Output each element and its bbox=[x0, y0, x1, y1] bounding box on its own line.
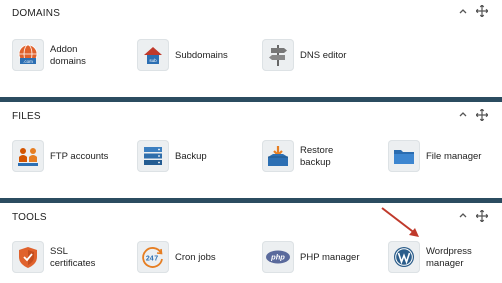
move-icon[interactable] bbox=[476, 210, 488, 222]
ssl-certificates-item[interactable]: SSL certificates bbox=[12, 241, 122, 275]
move-icon[interactable] bbox=[476, 109, 488, 121]
dns-editor-label: DNS editor bbox=[300, 50, 347, 61]
domains-panel-header: DOMAINS bbox=[0, 0, 502, 28]
tools-panel-title: TOOLS bbox=[12, 212, 47, 223]
wordpress-icon bbox=[388, 241, 420, 273]
shield-icon bbox=[12, 241, 44, 273]
wordpress-manager-label: Wordpress manager bbox=[426, 246, 472, 269]
domains-panel: DOMAINS .com Addon domains sub Subdomain… bbox=[0, 0, 502, 90]
svg-text:sub: sub bbox=[149, 58, 157, 63]
collapse-icon[interactable] bbox=[458, 210, 468, 222]
ssl-certificates-label: SSL certificates bbox=[50, 246, 96, 269]
server-icon bbox=[137, 140, 169, 172]
collapse-icon[interactable] bbox=[458, 6, 468, 18]
restore-backup-label: Restore backup bbox=[300, 145, 334, 168]
clock-24-7-icon: 24 7 bbox=[137, 241, 169, 273]
addon-domains-item[interactable]: .com Addon domains bbox=[12, 39, 122, 73]
addon-domains-label: Addon domains bbox=[50, 44, 86, 67]
ftp-users-icon bbox=[12, 140, 44, 172]
backup-item[interactable]: Backup bbox=[137, 140, 247, 174]
ftp-accounts-item[interactable]: FTP accounts bbox=[12, 140, 122, 174]
php-manager-item[interactable]: php PHP manager bbox=[262, 241, 372, 275]
wordpress-manager-item[interactable]: Wordpress manager bbox=[388, 241, 498, 275]
annotation-arrow bbox=[381, 207, 419, 237]
collapse-icon[interactable] bbox=[458, 109, 468, 121]
backup-label: Backup bbox=[175, 151, 207, 162]
php-icon: php bbox=[262, 241, 294, 273]
restore-box-icon bbox=[262, 140, 294, 172]
domains-panel-title: DOMAINS bbox=[12, 8, 61, 19]
move-icon[interactable] bbox=[476, 5, 488, 17]
cron-badge-text: 24 7 bbox=[146, 256, 158, 263]
ftp-accounts-label: FTP accounts bbox=[50, 151, 109, 162]
cron-jobs-item[interactable]: 24 7 Cron jobs bbox=[137, 241, 247, 275]
file-manager-item[interactable]: File manager bbox=[388, 140, 498, 174]
file-manager-label: File manager bbox=[426, 151, 482, 162]
tools-panel-header: TOOLS bbox=[0, 203, 502, 231]
tools-panel: TOOLS SSL certificates 24 7 Cron jobs ph… bbox=[0, 203, 502, 283]
files-panel-title: FILES bbox=[12, 111, 41, 122]
subdomains-item[interactable]: sub Subdomains bbox=[137, 39, 247, 73]
files-panel-header: FILES bbox=[0, 102, 502, 130]
svg-text:.com: .com bbox=[23, 59, 33, 64]
subdomains-label: Subdomains bbox=[175, 50, 228, 61]
house-sub-icon: sub bbox=[137, 39, 169, 71]
php-badge-text: php bbox=[270, 253, 285, 262]
folder-icon bbox=[388, 140, 420, 172]
signpost-icon bbox=[262, 39, 294, 71]
files-panel: FILES FTP accounts Backup Restore backup… bbox=[0, 102, 502, 194]
restore-backup-item[interactable]: Restore backup bbox=[262, 140, 372, 174]
dns-editor-item[interactable]: DNS editor bbox=[262, 39, 372, 73]
php-manager-label: PHP manager bbox=[300, 252, 360, 263]
cron-jobs-label: Cron jobs bbox=[175, 252, 216, 263]
globe-icon: .com bbox=[12, 39, 44, 71]
